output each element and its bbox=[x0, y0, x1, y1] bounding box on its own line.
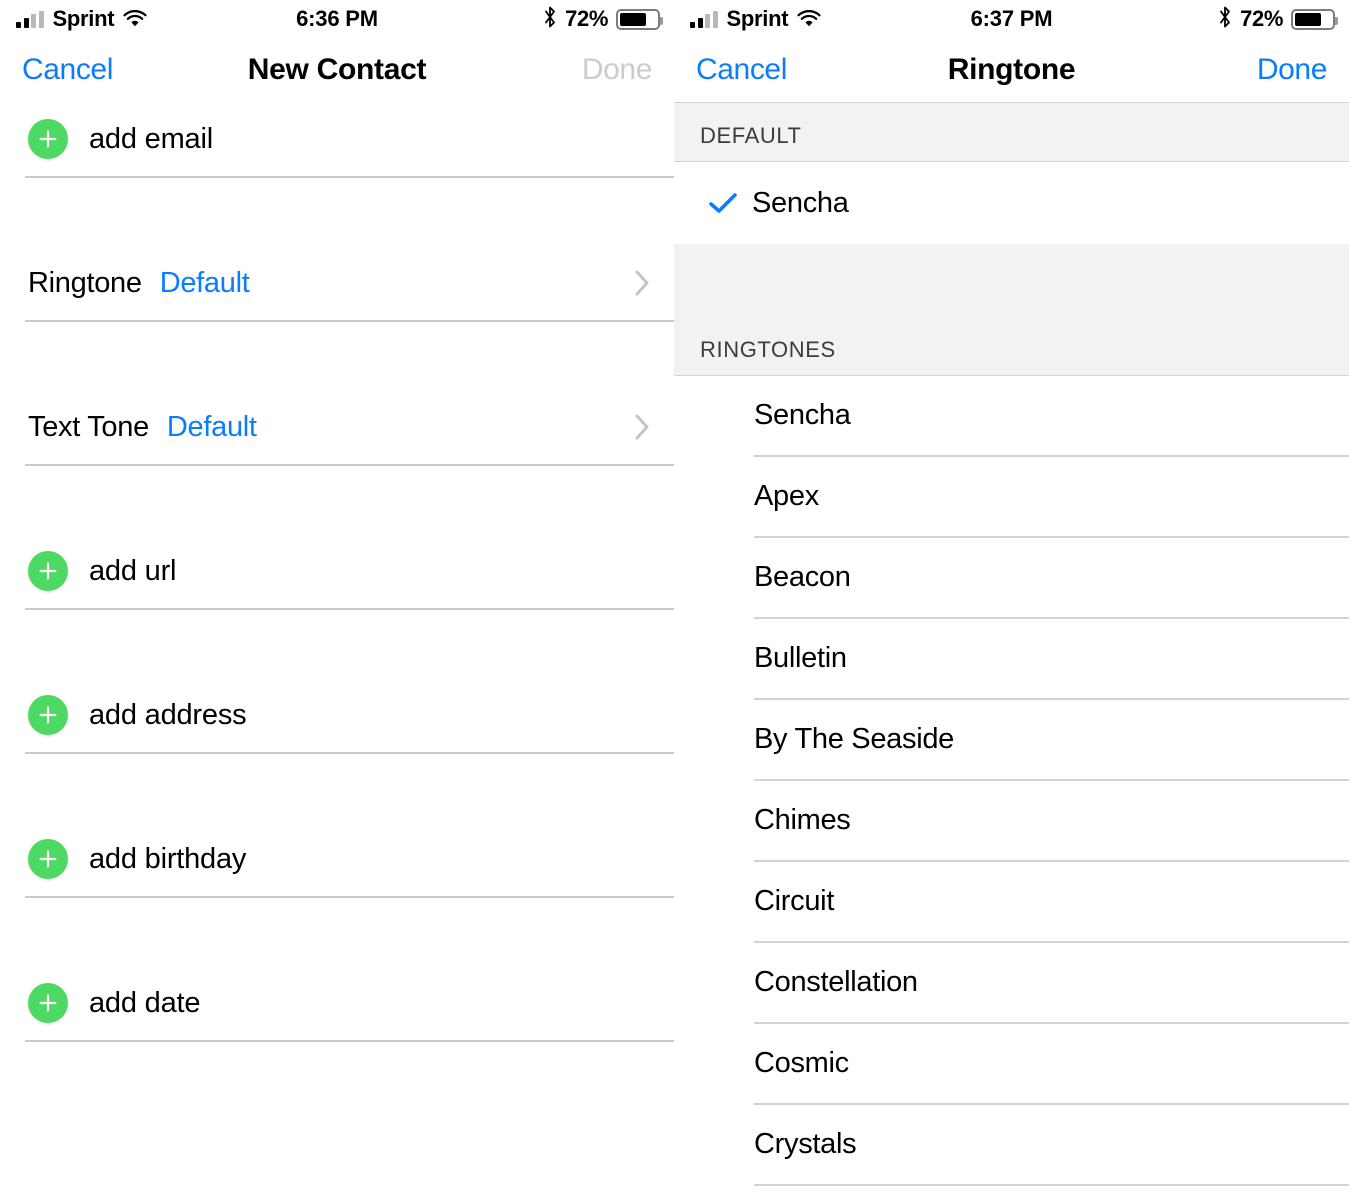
list-item-ringtone[interactable]: Bulletin bbox=[674, 619, 1349, 698]
plus-circle-icon bbox=[28, 983, 68, 1023]
status-bar-time: 6:36 PM bbox=[296, 6, 378, 31]
list-item-add-date[interactable]: add date bbox=[0, 966, 674, 1040]
section-gap bbox=[0, 754, 674, 822]
bluetooth-icon bbox=[543, 6, 557, 33]
section-header-default: DEFAULT bbox=[674, 102, 1349, 162]
plus-circle-icon bbox=[28, 839, 68, 879]
list-item-label: Bulletin bbox=[754, 642, 847, 674]
cancel-button[interactable]: Cancel bbox=[22, 53, 113, 87]
section-header-ringtones: RINGTONES bbox=[674, 244, 1349, 376]
battery-icon bbox=[616, 8, 663, 30]
section-gap bbox=[0, 322, 674, 390]
navigation-bar-right: Cancel Done Ringtone bbox=[674, 38, 1349, 102]
status-bar-right-group: 72% bbox=[543, 6, 663, 33]
dual-screenshot-container: Sprint 6:36 PM 72% Cancel Done New Conta… bbox=[0, 0, 1349, 1200]
done-button[interactable]: Done bbox=[1257, 53, 1328, 87]
wifi-icon bbox=[123, 9, 147, 28]
plus-circle-icon bbox=[28, 695, 68, 735]
list-item-label: Chimes bbox=[754, 804, 851, 836]
list-item-ringtone[interactable]: Circuit bbox=[674, 862, 1349, 941]
list-item-label: Sencha bbox=[752, 186, 849, 219]
list-item-label: Beacon bbox=[754, 561, 851, 593]
status-bar-time: 6:37 PM bbox=[970, 6, 1053, 31]
separator bbox=[25, 1040, 674, 1042]
list-item-label: By The Seaside bbox=[754, 723, 955, 755]
list-item-ringtone[interactable]: Hillside bbox=[674, 1186, 1349, 1200]
ringtone-field-value: Default bbox=[159, 266, 250, 299]
list-item-add-birthday[interactable]: add birthday bbox=[0, 822, 674, 896]
chevron-right-icon bbox=[634, 269, 650, 297]
list-item-label: add address bbox=[89, 698, 247, 731]
cancel-button[interactable]: Cancel bbox=[696, 53, 787, 87]
bluetooth-icon bbox=[1218, 6, 1232, 33]
status-bar-right: Sprint 6:37 PM 72% bbox=[674, 0, 1349, 38]
wifi-icon bbox=[797, 9, 821, 28]
list-item-label: Crystals bbox=[754, 1128, 857, 1160]
list-item-label: Sencha bbox=[754, 399, 851, 431]
list-item-add-address[interactable]: add address bbox=[0, 678, 674, 752]
section-gap bbox=[0, 898, 674, 966]
chevron-right-icon bbox=[634, 413, 650, 441]
section-header-label: DEFAULT bbox=[700, 123, 802, 148]
battery-icon bbox=[1291, 8, 1338, 30]
section-gap bbox=[0, 178, 674, 246]
ringtone-field-label: Ringtone bbox=[28, 266, 142, 299]
status-bar-left-group: Sprint bbox=[16, 6, 147, 32]
section-header-label: RINGTONES bbox=[700, 337, 836, 362]
list-item-add-url[interactable]: add url bbox=[0, 534, 674, 608]
list-item-ringtone[interactable]: Ringtone Default bbox=[0, 246, 674, 320]
cellular-signal-icon bbox=[16, 10, 44, 28]
navigation-bar-left: Cancel Done New Contact bbox=[0, 38, 674, 102]
checkmark-icon bbox=[708, 191, 752, 215]
list-item-ringtone[interactable]: Beacon bbox=[674, 538, 1349, 617]
list-item-ringtone[interactable]: Apex bbox=[674, 457, 1349, 536]
list-item-label: add url bbox=[89, 554, 177, 587]
battery-percent: 72% bbox=[1240, 6, 1283, 31]
text-tone-field-value: Default bbox=[166, 410, 257, 443]
carrier-name: Sprint bbox=[52, 6, 115, 31]
list-item-ringtone[interactable]: Sencha bbox=[674, 376, 1349, 455]
status-bar-left-group: Sprint bbox=[690, 6, 821, 32]
section-gap bbox=[0, 610, 674, 678]
plus-circle-icon bbox=[28, 551, 68, 591]
list-item-label: add email bbox=[89, 122, 213, 155]
list-item-ringtone[interactable]: Chimes bbox=[674, 781, 1349, 860]
list-item-label: add date bbox=[89, 986, 201, 1019]
contact-fields-list: add email Ringtone Default Text Tone Def… bbox=[0, 102, 674, 1042]
status-bar-left: Sprint 6:36 PM 72% bbox=[0, 0, 674, 38]
ringtone-list: DEFAULT Sencha RINGTONES Sencha Apex Bea… bbox=[674, 102, 1349, 1200]
list-item-default-sencha[interactable]: Sencha bbox=[674, 162, 1349, 244]
list-item-text-tone[interactable]: Text Tone Default bbox=[0, 390, 674, 464]
list-item-label: add birthday bbox=[89, 842, 247, 875]
plus-circle-icon bbox=[28, 119, 68, 159]
list-item-label: Apex bbox=[754, 480, 819, 512]
list-item-ringtone[interactable]: Cosmic bbox=[674, 1024, 1349, 1103]
list-item-ringtone[interactable]: By The Seaside bbox=[674, 700, 1349, 779]
list-item-label: Cosmic bbox=[754, 1047, 849, 1079]
cellular-signal-icon bbox=[690, 10, 718, 28]
status-bar-right-group: 72% bbox=[1218, 6, 1338, 33]
battery-percent: 72% bbox=[565, 6, 608, 31]
list-item-ringtone[interactable]: Constellation bbox=[674, 943, 1349, 1022]
carrier-name: Sprint bbox=[726, 6, 789, 31]
done-button[interactable]: Done bbox=[582, 53, 653, 87]
new-contact-screen: Sprint 6:36 PM 72% Cancel Done New Conta… bbox=[0, 0, 674, 1200]
section-gap bbox=[0, 466, 674, 534]
text-tone-field-label: Text Tone bbox=[28, 410, 149, 443]
list-item-ringtone[interactable]: Crystals bbox=[674, 1105, 1349, 1184]
ringtone-picker-screen: Sprint 6:37 PM 72% Cancel Done Ringtone … bbox=[674, 0, 1349, 1200]
list-item-label: Constellation bbox=[754, 966, 918, 998]
list-item-label: Circuit bbox=[754, 885, 835, 917]
list-item-add-email[interactable]: add email bbox=[0, 102, 674, 176]
